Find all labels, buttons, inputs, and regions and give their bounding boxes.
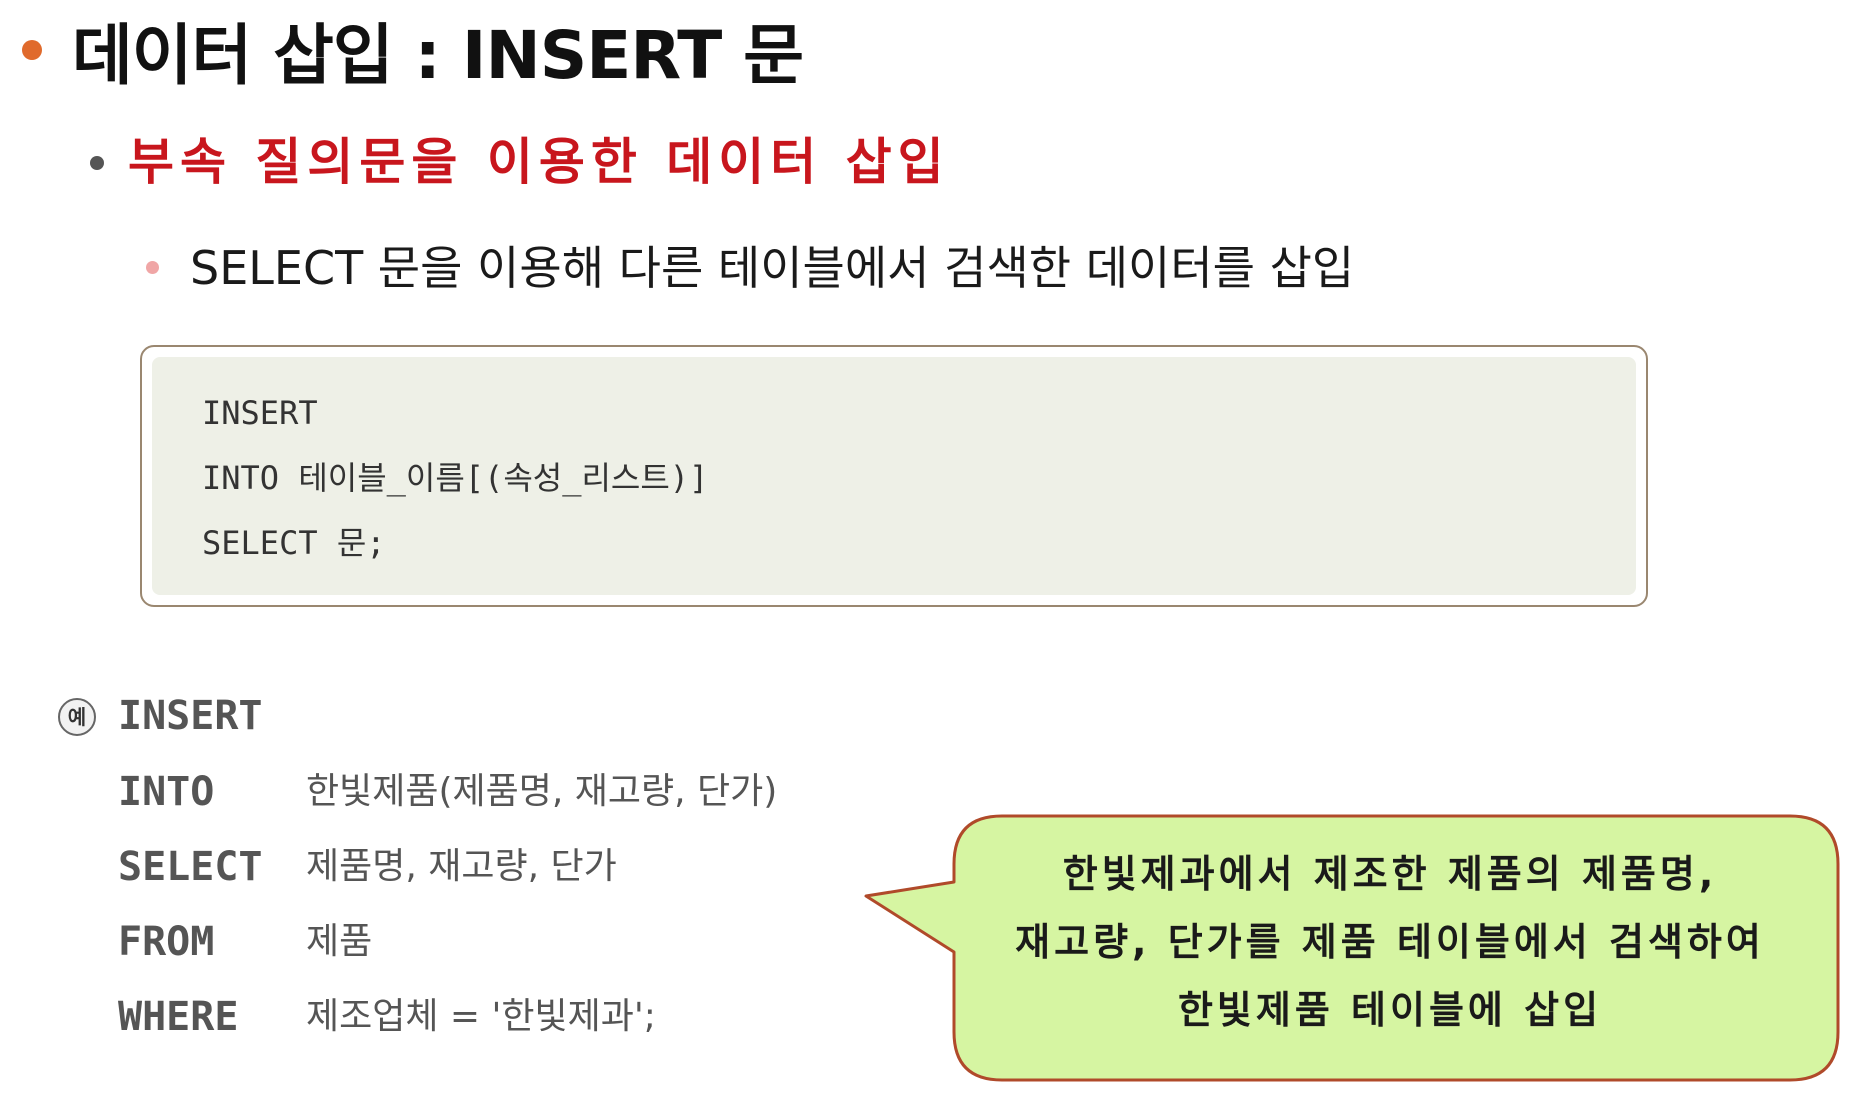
callout-text: 한빛제과에서 제조한 제품의 제품명, 재고량, 단가를 제품 테이블에서 검색… — [960, 840, 1820, 1044]
example-value: 한빛제품(제품명, 재고량, 단가) — [306, 771, 778, 812]
syntax-box-inner: INSERT INTO 테이블_이름[(속성_리스트)] SELECT 문; — [152, 357, 1636, 595]
slide-title: 데이터 삽입 : INSERT 문 — [72, 17, 804, 94]
example-value: 제조업체 = '한빛제과'; — [306, 996, 656, 1037]
example-value: 제품 — [306, 921, 373, 962]
example-keyword: INTO — [118, 769, 215, 815]
callout-line: 한빛제품 테이블에 삽입 — [1177, 988, 1603, 1032]
slide-subtitle: 부속 질의문을 이용한 데이터 삽입 — [128, 133, 950, 191]
description-text: SELECT 문을 이용해 다른 테이블에서 검색한 데이터를 삽입 — [190, 241, 1355, 295]
example-keyword: FROM — [118, 919, 215, 965]
syntax-line: INSERT — [202, 394, 318, 432]
syntax-box: INSERT INTO 테이블_이름[(속성_리스트)] SELECT 문; — [140, 345, 1648, 607]
heading-bullet — [22, 40, 42, 60]
example-keyword: SELECT — [118, 844, 263, 890]
subheading-bullet — [90, 156, 104, 170]
callout-line: 재고량, 단가를 제품 테이블에서 검색하여 — [1015, 920, 1765, 964]
example-keyword: INSERT — [118, 693, 263, 739]
syntax-line: INTO 테이블_이름[(속성_리스트)] — [202, 459, 709, 497]
description-bullet — [146, 261, 159, 274]
syntax-line: SELECT 문; — [202, 524, 386, 562]
callout-line: 한빛제과에서 제조한 제품의 제품명, — [1062, 852, 1718, 896]
example-marker-icon: 예 — [58, 698, 96, 736]
example-value: 제품명, 재고량, 단가 — [306, 846, 617, 887]
example-keyword: WHERE — [118, 994, 239, 1040]
